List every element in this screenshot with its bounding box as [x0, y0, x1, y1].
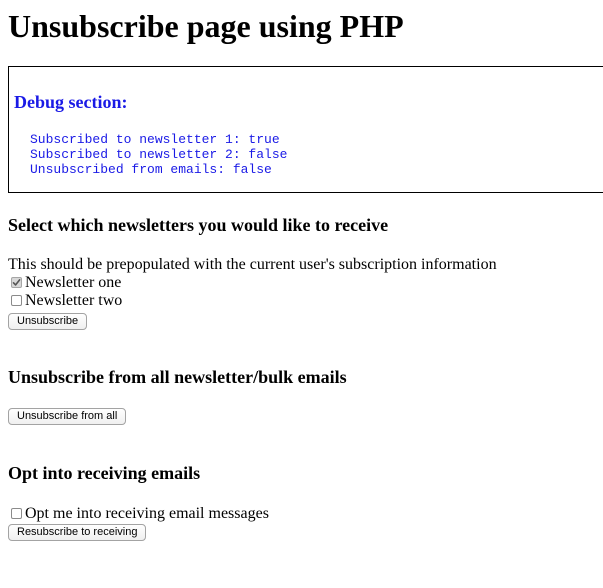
debug-output: Subscribed to newsletter 1: true Subscri… [30, 132, 287, 177]
opt-in-checkbox[interactable] [11, 508, 22, 519]
page-title: Unsubscribe page using PHP [8, 8, 404, 44]
newsletter-two-option[interactable]: Newsletter two [8, 291, 122, 310]
debug-section: Debug section: Subscribed to newsletter … [8, 66, 603, 193]
resubscribe-button[interactable]: Resubscribe to receiving [8, 524, 147, 541]
newsletter-one-label: Newsletter one [25, 273, 122, 291]
checkmark-icon [12, 279, 21, 286]
unsubscribe-all-button[interactable]: Unsubscribe from all [8, 408, 127, 425]
newsletter-one-option[interactable]: Newsletter one [8, 273, 121, 292]
newsletters-heading: Select which newsletters you would like … [8, 215, 389, 235]
unsubscribe-all-heading: Unsubscribe from all newsletter/bulk ema… [8, 367, 347, 387]
debug-line-newsletter-2: Subscribed to newsletter 2: false [30, 147, 288, 162]
debug-line-unsubscribed: Unsubscribed from emails: false [30, 162, 272, 177]
newsletter-two-checkbox[interactable] [11, 295, 22, 306]
unsubscribe-button[interactable]: Unsubscribe [8, 313, 88, 330]
newsletter-one-checkbox[interactable] [11, 277, 22, 288]
newsletter-two-label: Newsletter two [25, 291, 123, 309]
opt-in-heading: Opt into receiving emails [8, 463, 201, 483]
debug-heading: Debug section: [14, 92, 128, 112]
opt-in-option[interactable]: Opt me into receiving email messages [8, 504, 269, 523]
prepopulate-note: This should be prepopulated with the cur… [8, 256, 497, 273]
opt-in-label: Opt me into receiving email messages [25, 504, 269, 522]
debug-line-newsletter-1: Subscribed to newsletter 1: true [30, 132, 280, 147]
